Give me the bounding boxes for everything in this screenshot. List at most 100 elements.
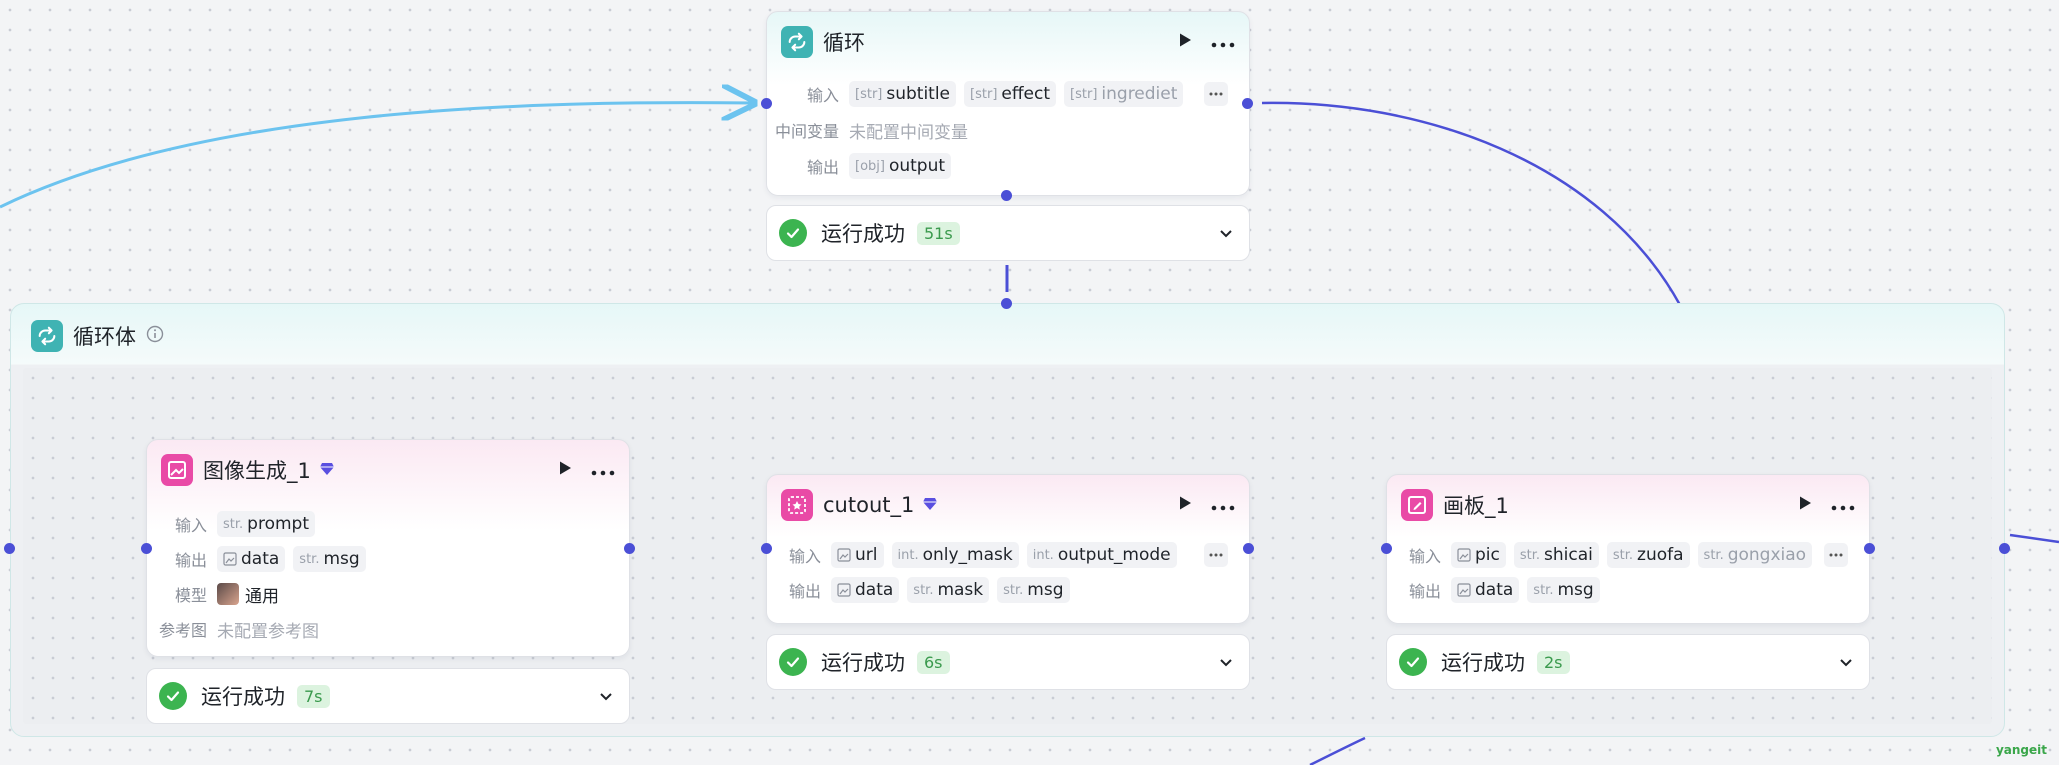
image-gen-ref-row: 参考图 未配置参考图 [135, 615, 319, 643]
cutout-input-row: 输入 url int. only_mask int. output_mode [749, 541, 1185, 569]
input-chip: [str] ingrediet [1064, 81, 1184, 107]
input-chip: pic [1451, 542, 1506, 568]
image-type-icon [837, 583, 851, 597]
body-left-port[interactable] [4, 543, 15, 554]
output-chip: str. msg [1527, 577, 1600, 603]
time-badge: 7s [297, 684, 330, 708]
body-right-port[interactable] [1999, 543, 2010, 554]
more-inputs-icon[interactable] [1204, 543, 1228, 567]
canvas-input-row: 输入 pic str. shicai str. zuofa str. gongxiao [1369, 541, 1820, 569]
cutout-output-row: 输出 data str. mask str. msg [749, 576, 1078, 604]
input-port[interactable] [761, 543, 772, 554]
input-chip: int. only_mask [891, 542, 1019, 568]
more-icon[interactable] [1831, 496, 1855, 515]
input-chip: str. shicai [1513, 542, 1599, 568]
canvas-status-bar[interactable]: 运行成功 2s [1386, 634, 1870, 690]
input-port[interactable] [761, 98, 772, 109]
image-gen-output-row: 输出 data str. msg [135, 545, 374, 573]
input-label: 输入 [174, 516, 207, 535]
input-label: 输入 [788, 547, 821, 566]
loop-node[interactable]: 循环 输入 [str] subtitle [str] effect [str] ing… [766, 11, 1250, 196]
model-avatar [217, 583, 239, 605]
canvas-icon [1401, 489, 1433, 521]
status-text: 运行成功 [821, 222, 905, 246]
image-gen-status-bar[interactable]: 运行成功 7s [146, 668, 630, 724]
mid-value: 未配置中间变量 [849, 122, 968, 143]
loop-mid-row: 中间变量 未配置中间变量 [767, 116, 968, 144]
output-chip: str. msg [293, 546, 366, 572]
image-type-icon [1457, 548, 1471, 562]
output-port[interactable] [1242, 98, 1253, 109]
output-port[interactable] [624, 543, 635, 554]
info-icon[interactable] [146, 325, 164, 347]
run-icon[interactable] [1177, 495, 1193, 515]
run-icon[interactable] [1177, 32, 1193, 52]
body-top-port[interactable] [1001, 298, 1012, 309]
wire-loop-out [1261, 101, 1682, 306]
input-chip: [str] effect [964, 81, 1057, 107]
more-icon[interactable] [1211, 496, 1235, 515]
model-value: 通用 [245, 586, 279, 607]
premium-diamond-icon [319, 461, 335, 480]
canvas-node[interactable]: 画板_1 输入 pic str. shicai str. zuofa str. gon… [1386, 474, 1870, 624]
chevron-down-icon[interactable] [1219, 224, 1233, 243]
ref-label: 参考图 [158, 621, 207, 640]
more-icon[interactable] [1211, 33, 1235, 52]
body-port[interactable] [1001, 190, 1012, 201]
output-chip: data [217, 546, 286, 572]
ref-value: 未配置参考图 [217, 621, 319, 642]
run-icon[interactable] [1797, 495, 1813, 515]
wire-body-out [2009, 533, 2059, 544]
time-badge: 2s [1537, 650, 1570, 674]
cutout-status-bar[interactable]: 运行成功 6s [766, 634, 1250, 690]
watermark: yangeit [1995, 743, 2047, 757]
wire-incoming-loop [0, 103, 754, 209]
premium-diamond-icon [922, 496, 938, 515]
output-port[interactable] [1243, 543, 1254, 554]
input-port[interactable] [141, 543, 152, 554]
image-gen-icon [161, 454, 193, 486]
time-badge: 6s [917, 650, 950, 674]
more-icon[interactable] [591, 461, 615, 480]
chevron-down-icon[interactable] [1219, 653, 1233, 672]
canvas-output-row: 输出 data str. msg [1369, 576, 1608, 604]
input-label: 输入 [1408, 547, 1441, 566]
status-text: 运行成功 [821, 651, 905, 675]
canvas-title: 画板_1 [1443, 494, 1509, 518]
loop-body-icon [31, 320, 63, 352]
image-type-icon [837, 548, 851, 562]
cutout-node[interactable]: cutout_1 输入 url int. only_mask int. output… [766, 474, 1250, 624]
output-port[interactable] [1864, 543, 1875, 554]
loop-body-title: 循环体 [73, 325, 136, 349]
input-chip: [str] subtitle [849, 81, 957, 107]
success-check-icon [1399, 648, 1427, 676]
input-chip: int. output_mode [1026, 542, 1177, 568]
image-gen-node[interactable]: 图像生成_1 输入 str. prompt 输出 data str. msg 模型 … [146, 439, 630, 657]
success-check-icon [779, 648, 807, 676]
status-text: 运行成功 [1441, 651, 1525, 675]
more-inputs-icon[interactable] [1204, 82, 1228, 106]
input-port[interactable] [1381, 543, 1392, 554]
image-gen-model-row: 模型 通用 [135, 580, 279, 608]
output-chip: [obj] output [849, 153, 952, 179]
time-badge: 51s [917, 221, 960, 245]
image-gen-input-row: 输入 str. prompt [135, 510, 323, 538]
loop-status-bar[interactable]: 运行成功 51s [766, 205, 1250, 261]
input-chip: str. prompt [217, 511, 315, 537]
success-check-icon [779, 219, 807, 247]
success-check-icon [159, 682, 187, 710]
model-label: 模型 [174, 586, 207, 605]
loop-input-row: 输入 [str] subtitle [str] effect [str] ingred… [767, 80, 1191, 108]
image-type-icon [1457, 583, 1471, 597]
more-inputs-icon[interactable] [1824, 543, 1848, 567]
input-chip: str. gongxiao [1697, 542, 1813, 568]
loop-icon [781, 26, 813, 58]
loop-node-title: 循环 [823, 31, 865, 55]
input-chip: str. zuofa [1606, 542, 1690, 568]
chevron-down-icon[interactable] [599, 687, 613, 706]
input-chip: url [831, 542, 884, 568]
chevron-down-icon[interactable] [1839, 653, 1853, 672]
mid-label: 中间变量 [774, 122, 839, 141]
run-icon[interactable] [557, 460, 573, 480]
image-gen-title: 图像生成_1 [203, 459, 311, 483]
